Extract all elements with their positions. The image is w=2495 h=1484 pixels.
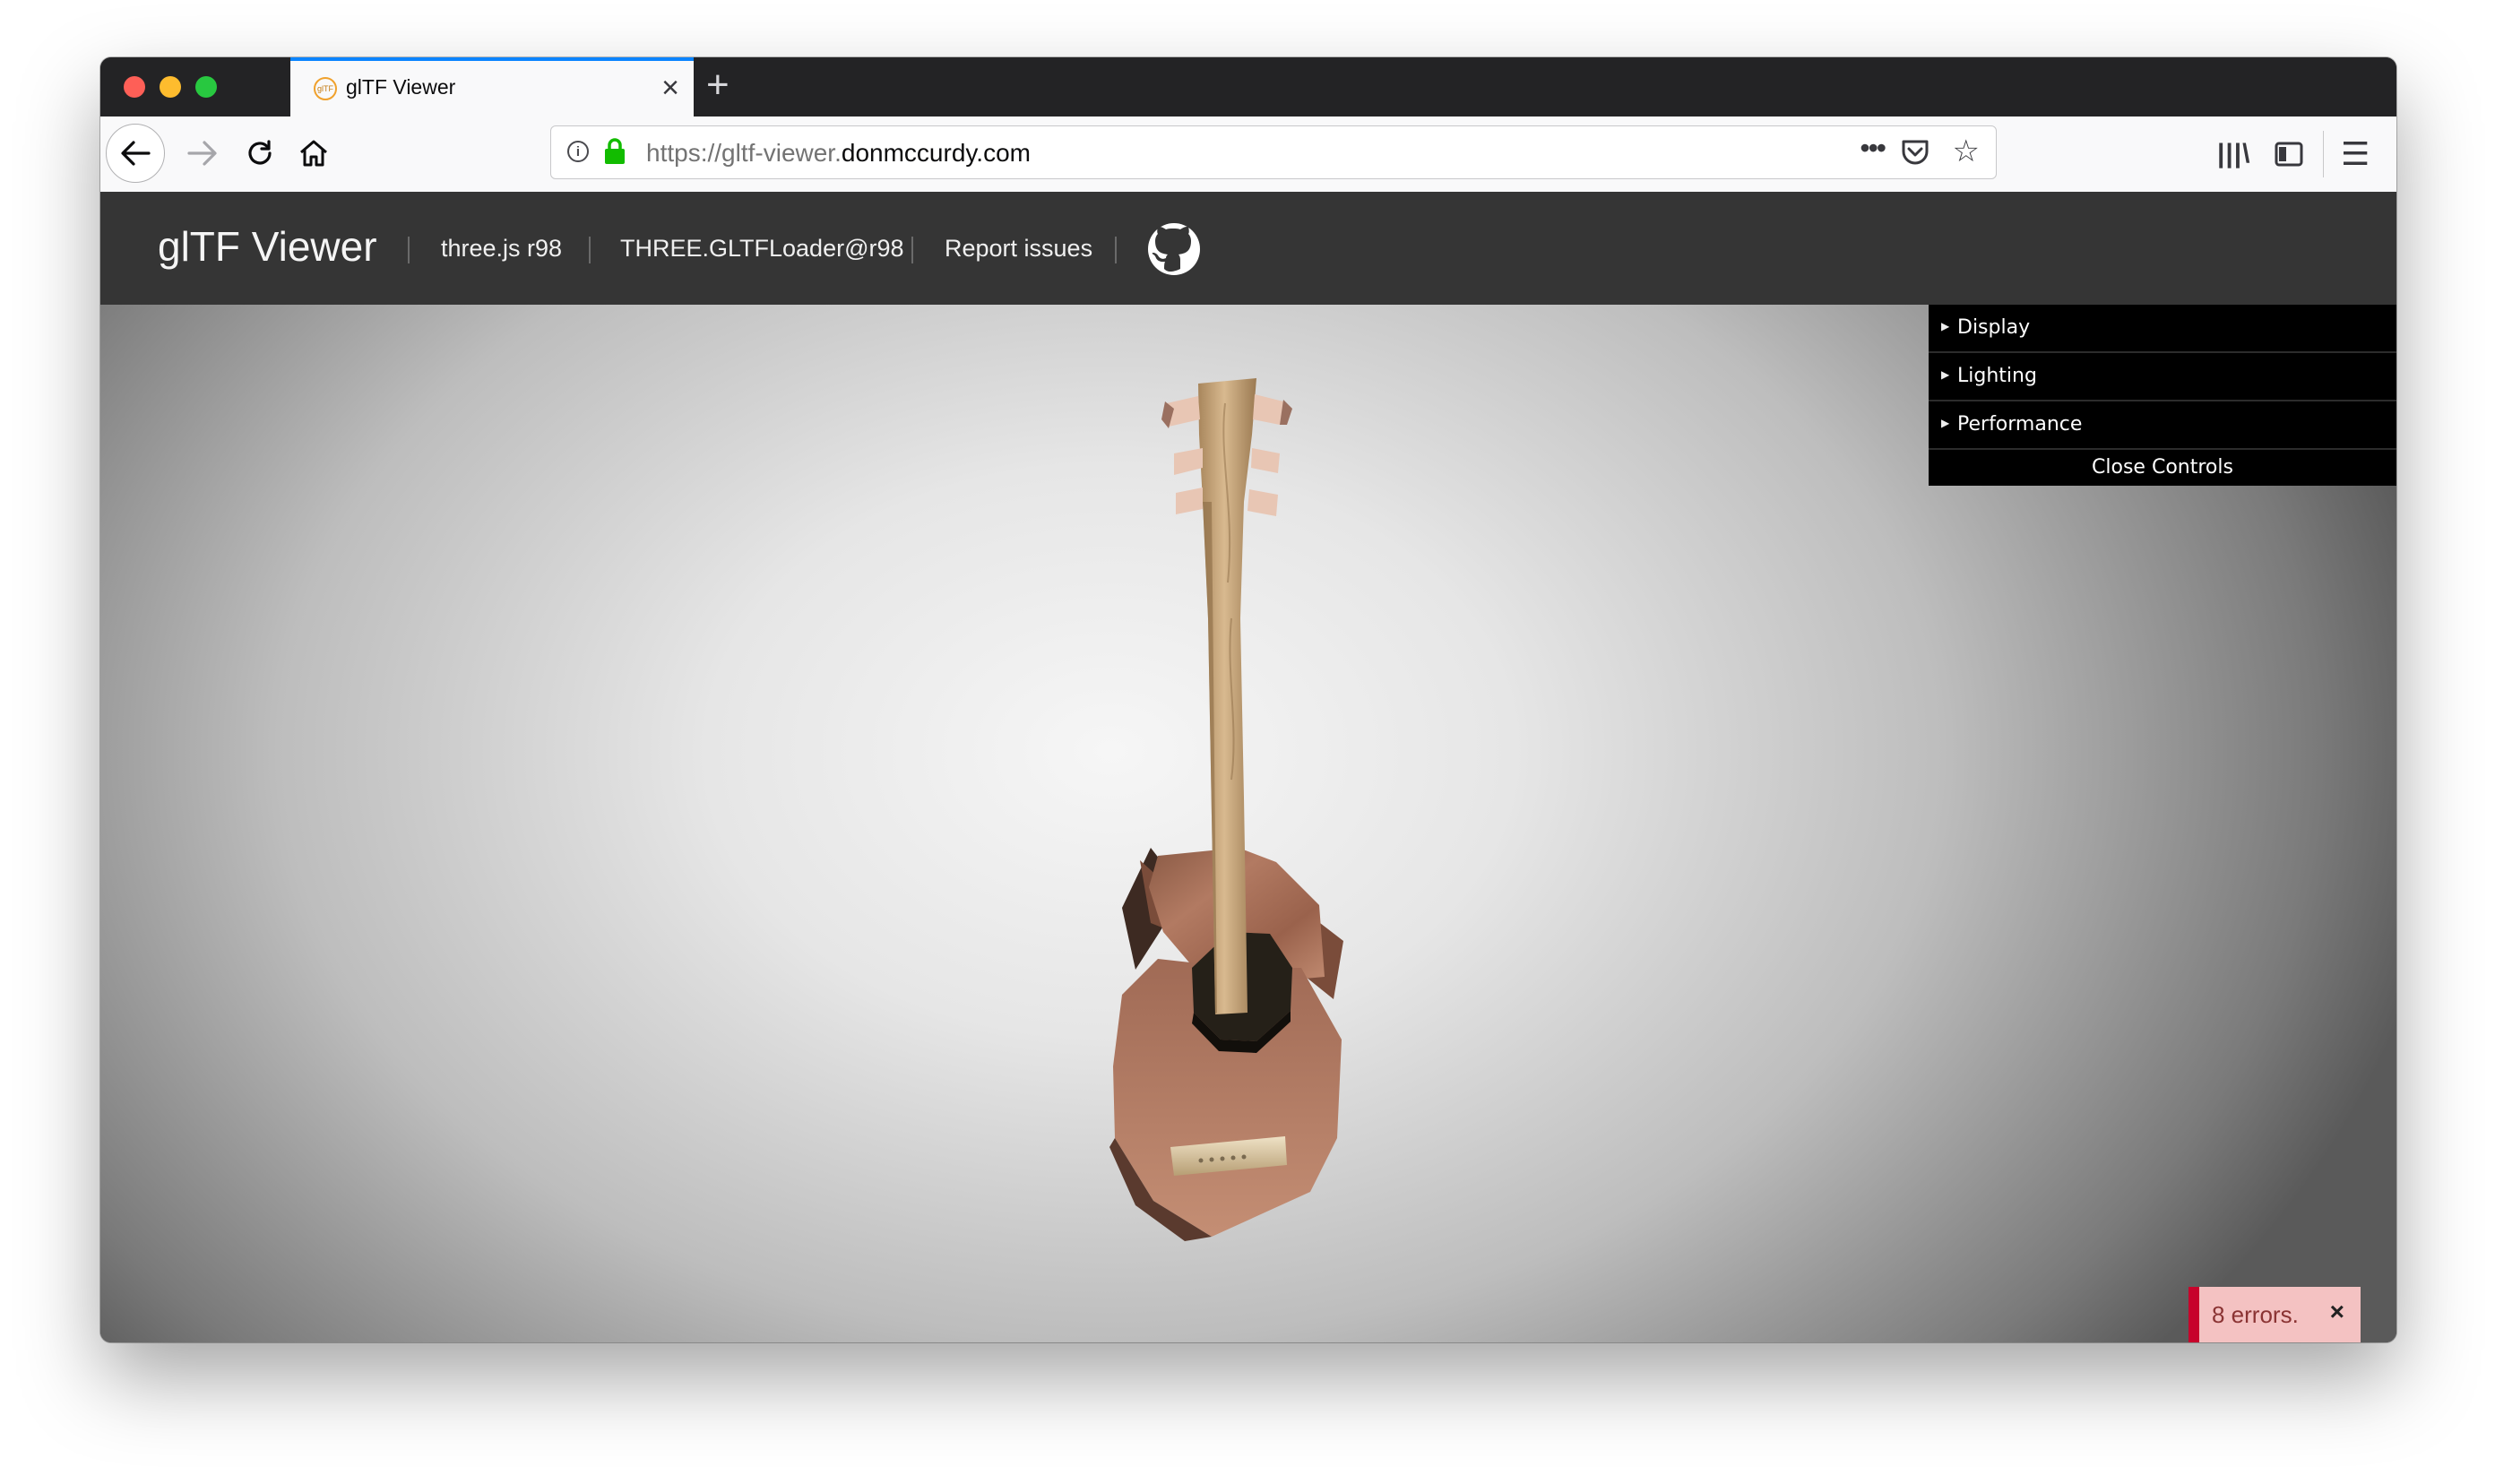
favicon-icon: glTF xyxy=(314,77,337,100)
nav-link-report-issues[interactable]: Report issues xyxy=(945,235,1092,263)
tab-close-icon[interactable]: × xyxy=(661,70,679,106)
lock-icon xyxy=(603,137,626,170)
app-header: glTF Viewer three.js r98 THREE.GLTFLoade… xyxy=(100,192,2396,305)
caret-right-icon: ▶ xyxy=(1941,417,1950,429)
bookmark-star-icon[interactable]: ☆ xyxy=(1953,134,1980,169)
brand-title[interactable]: glTF Viewer xyxy=(158,222,377,271)
hamburger-menu-icon[interactable]: ☰ xyxy=(2341,127,2370,181)
guitar-model[interactable] xyxy=(1068,349,1427,1264)
url-bar[interactable]: i https://gltf-viewer.donmccurdy.com •••… xyxy=(550,125,1997,179)
dismiss-error-button[interactable]: × xyxy=(2330,1298,2344,1326)
folder-performance[interactable]: ▶ Performance xyxy=(1929,401,2396,450)
close-window-button[interactable] xyxy=(124,76,145,98)
reload-button[interactable] xyxy=(233,124,287,183)
nav-link-gltfloader[interactable]: THREE.GLTFLoader@r98 xyxy=(620,235,904,263)
library-icon[interactable]: |||\ xyxy=(2217,127,2251,181)
folder-lighting[interactable]: ▶ Lighting xyxy=(1929,353,2396,401)
arrow-right-icon xyxy=(187,141,217,166)
navigation-bar: i https://gltf-viewer.donmccurdy.com •••… xyxy=(100,116,2396,193)
url-domain: donmccurdy.com xyxy=(841,139,1031,167)
reload-icon xyxy=(248,140,272,165)
pocket-icon[interactable] xyxy=(1901,139,1930,170)
nav-link-threejs[interactable]: three.js r98 xyxy=(441,235,562,263)
minimize-window-button[interactable] xyxy=(160,76,181,98)
close-controls-button[interactable]: Close Controls xyxy=(1929,450,2396,486)
url-prefix: https://gltf-viewer. xyxy=(646,139,842,167)
header-divider xyxy=(911,237,913,263)
arrow-left-icon xyxy=(121,141,151,166)
folder-label: Display xyxy=(1957,316,2031,339)
browser-window: glTF glTF Viewer × + i https://gltf-view… xyxy=(100,57,2396,1342)
error-toast: 8 errors. × xyxy=(2189,1287,2361,1342)
tab-bar: glTF glTF Viewer × + xyxy=(100,57,2396,116)
header-divider xyxy=(589,237,591,263)
home-icon xyxy=(300,140,327,167)
header-divider xyxy=(1115,237,1117,263)
error-count-text: 8 errors. xyxy=(2212,1301,2299,1328)
tab-title: glTF Viewer xyxy=(346,75,456,99)
caret-right-icon: ▶ xyxy=(1941,320,1950,332)
header-divider xyxy=(408,237,410,263)
github-icon[interactable] xyxy=(1147,222,1201,280)
tab-gltf-viewer[interactable]: glTF glTF Viewer × xyxy=(290,57,694,116)
maximize-window-button[interactable] xyxy=(195,76,217,98)
forward-button[interactable] xyxy=(176,124,229,183)
folder-display[interactable]: ▶ Display xyxy=(1929,305,2396,353)
url-text: https://gltf-viewer.donmccurdy.com xyxy=(646,139,1031,168)
back-button[interactable] xyxy=(106,124,165,183)
site-info-icon[interactable]: i xyxy=(567,141,589,162)
page-actions-icon[interactable]: ••• xyxy=(1860,132,1886,165)
controls-panel: ▶ Display ▶ Lighting ▶ Performance Close… xyxy=(1929,305,2396,486)
home-button[interactable] xyxy=(287,124,341,183)
caret-right-icon: ▶ xyxy=(1941,368,1950,381)
toolbar-divider xyxy=(2323,131,2324,177)
folder-label: Lighting xyxy=(1957,365,2037,387)
folder-label: Performance xyxy=(1957,413,2083,436)
sidebar-icon[interactable] xyxy=(2275,127,2303,181)
new-tab-button[interactable]: + xyxy=(706,63,730,108)
